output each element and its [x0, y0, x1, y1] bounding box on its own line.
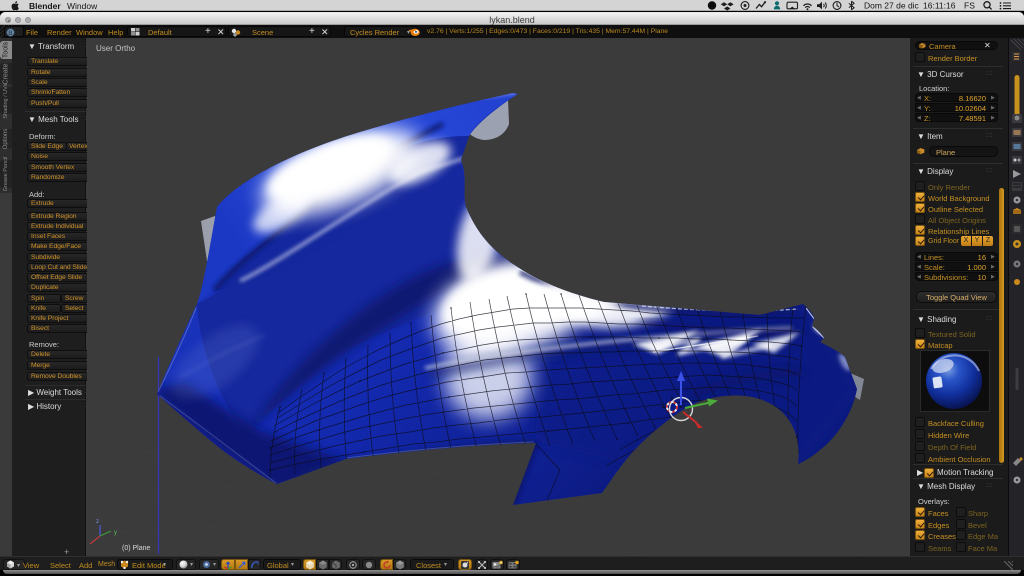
- svg-text:(0) Plane: (0) Plane: [122, 545, 151, 552]
- svg-text:Dom 27 de dic: Dom 27 de dic: [864, 1, 920, 11]
- svg-text:FS: FS: [964, 1, 975, 11]
- svg-text:16:11:16: 16:11:16: [923, 1, 956, 11]
- svg-text:User Ortho: User Ortho: [96, 44, 136, 53]
- svg-text:z: z: [96, 519, 99, 525]
- svg-text:B: B: [8, 30, 13, 37]
- svg-text:y: y: [114, 530, 117, 536]
